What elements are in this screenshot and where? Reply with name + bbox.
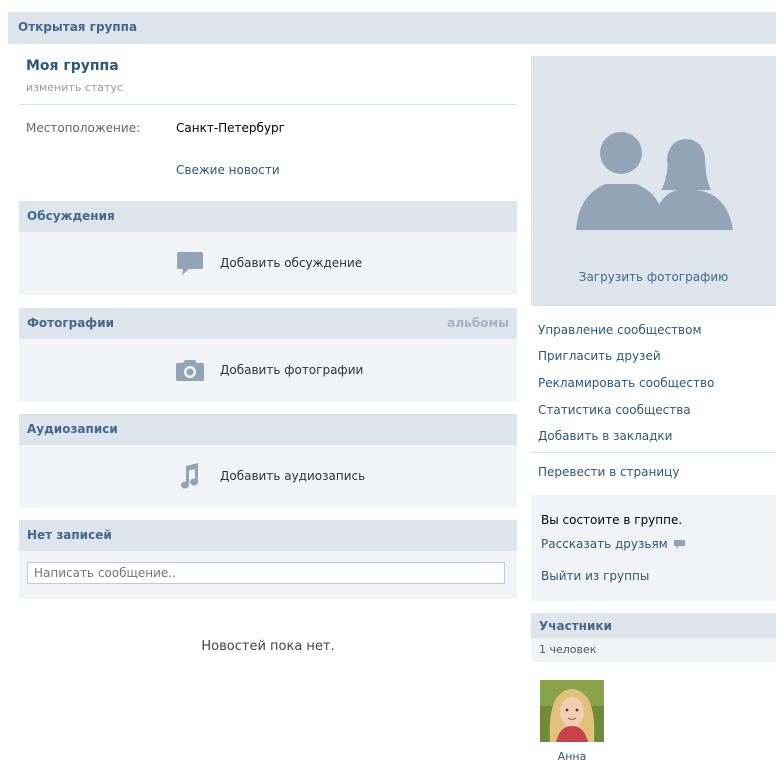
membership-box: Вы состоите в группе. Рассказать друзьям… xyxy=(531,495,776,601)
upload-photo-link[interactable]: Загрузить фотографию xyxy=(531,270,776,284)
no-news-text: Новостей пока нет. xyxy=(201,639,335,654)
speech-bubble-icon xyxy=(673,539,686,550)
photos-body: Добавить фотографии xyxy=(19,339,517,402)
invite-friends-link[interactable]: Пригласить друзей xyxy=(538,349,661,363)
audio-body: Добавить аудиозапись xyxy=(19,445,517,508)
divider xyxy=(531,452,776,453)
photos-title: Фотографии xyxy=(27,316,115,330)
group-silhouette-icon xyxy=(576,132,733,230)
add-bookmark-link[interactable]: Добавить в закладки xyxy=(538,429,672,443)
add-audio-button[interactable]: Добавить аудиозапись xyxy=(174,461,365,491)
wall-title: Нет записей xyxy=(27,528,112,542)
group-name: Моя группа xyxy=(26,58,119,74)
add-photos-button[interactable]: Добавить фотографии xyxy=(174,355,363,385)
camera-icon xyxy=(174,355,206,385)
discussions-title: Обсуждения xyxy=(27,209,115,223)
divider xyxy=(19,104,517,105)
convert-to-page-link[interactable]: Перевести в страницу xyxy=(538,465,679,479)
members-header: Участники xyxy=(531,613,776,638)
wall-header: Нет записей xyxy=(19,520,517,551)
membership-status: Вы состоите в группе. xyxy=(541,513,683,527)
member-name[interactable]: Анна xyxy=(531,750,613,763)
photos-header: Фотографии альбомы xyxy=(19,308,517,339)
community-stats-link[interactable]: Статистика сообщества xyxy=(538,403,691,417)
manage-community-link[interactable]: Управление сообществом xyxy=(538,323,702,337)
members-count-bar: 1 человек xyxy=(531,638,776,662)
discussions-body: Добавить обсуждение xyxy=(19,232,517,295)
audio-header: Аудиозаписи xyxy=(19,414,517,445)
location-label: Местоположение: xyxy=(26,121,141,135)
page-title: Открытая группа xyxy=(18,20,138,34)
albums-link[interactable]: альбомы xyxy=(447,316,509,330)
add-discussion-button[interactable]: Добавить обсуждение xyxy=(174,248,362,278)
avatar[interactable] xyxy=(540,680,604,742)
location-value: Санкт-Петербург xyxy=(176,121,285,135)
tell-friends-link[interactable]: Рассказать друзьям xyxy=(541,537,686,551)
tell-friends-label: Рассказать друзьям xyxy=(541,537,668,551)
add-discussion-label: Добавить обсуждение xyxy=(220,256,363,270)
add-audio-label: Добавить аудиозапись xyxy=(220,469,366,483)
leave-group-link[interactable]: Выйти из группы xyxy=(541,569,649,583)
music-note-icon xyxy=(174,461,206,491)
audio-title: Аудиозаписи xyxy=(27,422,118,436)
page-header: Открытая группа xyxy=(8,12,776,44)
change-status-link[interactable]: изменить статус xyxy=(26,81,123,94)
speech-bubble-icon xyxy=(174,248,206,278)
members-title: Участники xyxy=(539,619,612,633)
post-message-input[interactable] xyxy=(27,562,505,584)
advertise-community-link[interactable]: Рекламировать сообщество xyxy=(538,376,714,390)
discussions-header: Обсуждения xyxy=(19,201,517,232)
fresh-news-link[interactable]: Свежие новости xyxy=(176,163,280,177)
group-photo-placeholder[interactable]: Загрузить фотографию xyxy=(531,56,776,306)
add-photos-label: Добавить фотографии xyxy=(220,363,364,377)
members-count: 1 человек xyxy=(539,643,597,656)
